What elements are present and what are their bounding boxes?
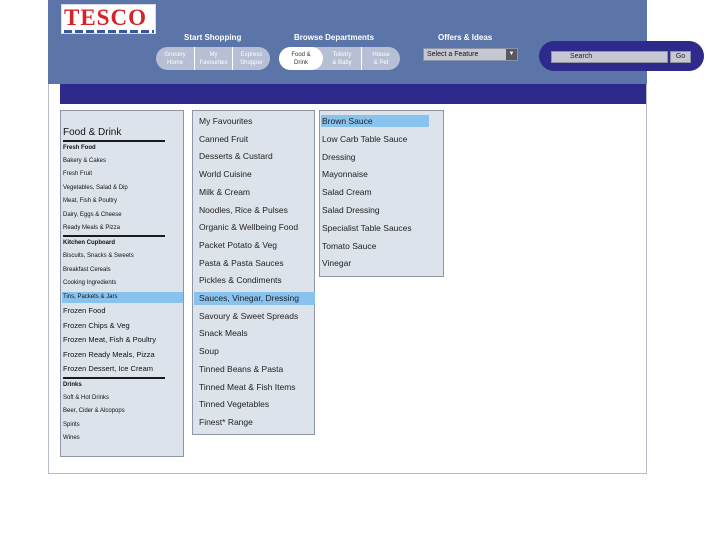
start-shopping-tabs: Grocery Home My Favourites Express Shopp… — [156, 47, 270, 70]
category-item-tins-packets-jars[interactable]: Tins, Packets & Jars — [62, 291, 183, 303]
chevron-down-icon: ▼ — [506, 49, 517, 60]
subcategory-item-savoury-sweet-spreads[interactable]: Savoury & Sweet Spreads — [194, 310, 315, 323]
product-item-low-carb-table-sauce[interactable]: Low Carb Table Sauce — [321, 133, 429, 145]
subcategory-item-snack-meals[interactable]: Snack Meals — [194, 327, 315, 340]
subcategory-item-tinned-meat-fish-items[interactable]: Tinned Meat & Fish Items — [194, 381, 315, 394]
product-item-mayonnaise[interactable]: Mayonnaise — [321, 168, 429, 180]
subcategory-item-tinned-vegetables[interactable]: Tinned Vegetables — [194, 398, 315, 411]
category-item-frozen-dessert-ice-cream[interactable]: Frozen Dessert, Ice Cream — [62, 363, 183, 375]
category-item-vegetables-salad-dip[interactable]: Vegetables, Salad & Dip — [62, 183, 183, 194]
category-item-frozen-meat-fish-poultry[interactable]: Frozen Meat, Fish & Poultry — [62, 334, 183, 346]
product-item-specialist-table-sauces[interactable]: Specialist Table Sauces — [321, 222, 429, 234]
logo-stripes — [64, 30, 154, 33]
go-button[interactable]: Go — [670, 51, 691, 63]
subcategory-item-milk-cream[interactable]: Milk & Cream — [194, 186, 315, 199]
subcategory-panel: My Favourites Canned Fruit Desserts & Cust… — [192, 110, 315, 435]
product-item-tomato-sauce[interactable]: Tomato Sauce — [321, 240, 429, 252]
subcategory-item-organic-wellbeing-food[interactable]: Organic & Wellbeing Food — [194, 221, 315, 234]
product-item-brown-sauce[interactable]: Brown Sauce — [321, 115, 429, 127]
category-item-bakery-cakes[interactable]: Bakery & Cakes — [62, 156, 183, 167]
product-item-salad-dressing[interactable]: Salad Dressing — [321, 204, 429, 216]
subcategory-item-desserts-custard[interactable]: Desserts & Custard — [194, 150, 315, 163]
product-item-vinegar[interactable]: Vinegar — [321, 257, 429, 269]
tab-grocery-home[interactable]: Grocery Home — [156, 47, 194, 70]
category-panel: Food & Drink Fresh Food Bakery & Cakes Fre… — [60, 110, 184, 457]
tab-express-shopper[interactable]: Express Shopper — [232, 47, 270, 70]
category-item-wines[interactable]: Wines — [62, 433, 183, 444]
search-input[interactable]: Search — [551, 51, 668, 63]
section-divider — [63, 140, 165, 142]
category-item-ready-meals-pizza[interactable]: Ready Meals & Pizza — [62, 223, 183, 234]
category-item-frozen-ready-meals-pizza[interactable]: Frozen Ready Meals, Pizza — [62, 349, 183, 361]
feature-select-value: Select a Feature — [427, 51, 479, 58]
category-item-meat-fish-poultry[interactable]: Meat, Fish & Poultry — [62, 196, 183, 207]
section-heading-drinks[interactable]: Drinks — [62, 380, 183, 391]
category-item-soft-hot-drinks[interactable]: Soft & Hot Drinks — [62, 393, 183, 404]
category-item-spirits[interactable]: Spirits — [62, 420, 183, 431]
nav-bar — [60, 84, 646, 104]
tesco-logo[interactable]: TESCO — [61, 4, 156, 34]
category-item-fresh-fruit[interactable]: Fresh Fruit — [62, 169, 183, 180]
subcategory-item-tinned-beans-pasta[interactable]: Tinned Beans & Pasta — [194, 363, 315, 376]
category-item-breakfast-cereals[interactable]: Breakfast Cereals — [62, 265, 183, 276]
section-divider — [63, 377, 165, 379]
category-item-cooking-ingredients[interactable]: Cooking Ingredients — [62, 278, 183, 289]
tab-my-favourites[interactable]: My Favourites — [194, 47, 232, 70]
offers-ideas-heading: Offers & Ideas — [438, 33, 493, 42]
product-panel: Brown Sauce Low Carb Table Sauce Dressing M… — [319, 110, 444, 277]
subcategory-item-finest-range[interactable]: Finest* Range — [194, 416, 315, 429]
category-item-dairy-eggs-cheese[interactable]: Dairy, Eggs & Cheese — [62, 210, 183, 221]
subcategory-item-packet-potato-veg[interactable]: Packet Potato & Veg — [194, 239, 315, 252]
section-heading-kitchen-cupboard[interactable]: Kitchen Cupboard — [62, 238, 183, 249]
browse-departments-heading: Browse Departments — [294, 33, 375, 42]
tab-house-pet[interactable]: House & Pet — [361, 47, 400, 70]
subcategory-item-pasta-pasta-sauces[interactable]: Pasta & Pasta Sauces — [194, 257, 315, 270]
subcategory-item-noodles-rice-pulses[interactable]: Noodles, Rice & Pulses — [194, 204, 315, 217]
product-item-dressing[interactable]: Dressing — [321, 151, 429, 163]
logo-text: TESCO — [64, 5, 147, 30]
subcategory-item-pickles-condiments[interactable]: Pickles & Condiments — [194, 274, 315, 287]
category-item-frozen-chips-veg[interactable]: Frozen Chips & Veg — [62, 320, 183, 332]
subcategory-item-my-favourites[interactable]: My Favourites — [194, 115, 315, 128]
category-item-biscuits-snacks-sweets[interactable]: Biscuits, Snacks & Sweets — [62, 251, 183, 262]
product-item-salad-cream[interactable]: Salad Cream — [321, 186, 429, 198]
subcategory-item-sauces-vinegar-dressing[interactable]: Sauces, Vinegar, Dressing — [194, 292, 315, 305]
subcategory-item-canned-fruit[interactable]: Canned Fruit — [194, 133, 315, 146]
subcategory-item-world-cuisine[interactable]: World Cuisine — [194, 168, 315, 181]
category-title: Food & Drink — [63, 127, 122, 138]
browse-departments-tabs: Food & Drink Toiletry & Baby House & Pet — [279, 47, 400, 70]
tab-food-drink[interactable]: Food & Drink — [279, 47, 323, 70]
subcategory-item-soup[interactable]: Soup — [194, 345, 315, 358]
tab-toiletry-baby[interactable]: Toiletry & Baby — [323, 47, 361, 70]
feature-select[interactable]: Select a Feature ▼ — [423, 48, 518, 61]
category-item-beer-cider-alcopops[interactable]: Beer, Cider & Alcopops — [62, 406, 183, 417]
category-item-frozen-food[interactable]: Frozen Food — [62, 305, 183, 317]
section-divider — [63, 235, 165, 238]
section-heading-fresh-food[interactable]: Fresh Food — [62, 143, 183, 154]
start-shopping-heading: Start Shopping — [184, 33, 242, 42]
